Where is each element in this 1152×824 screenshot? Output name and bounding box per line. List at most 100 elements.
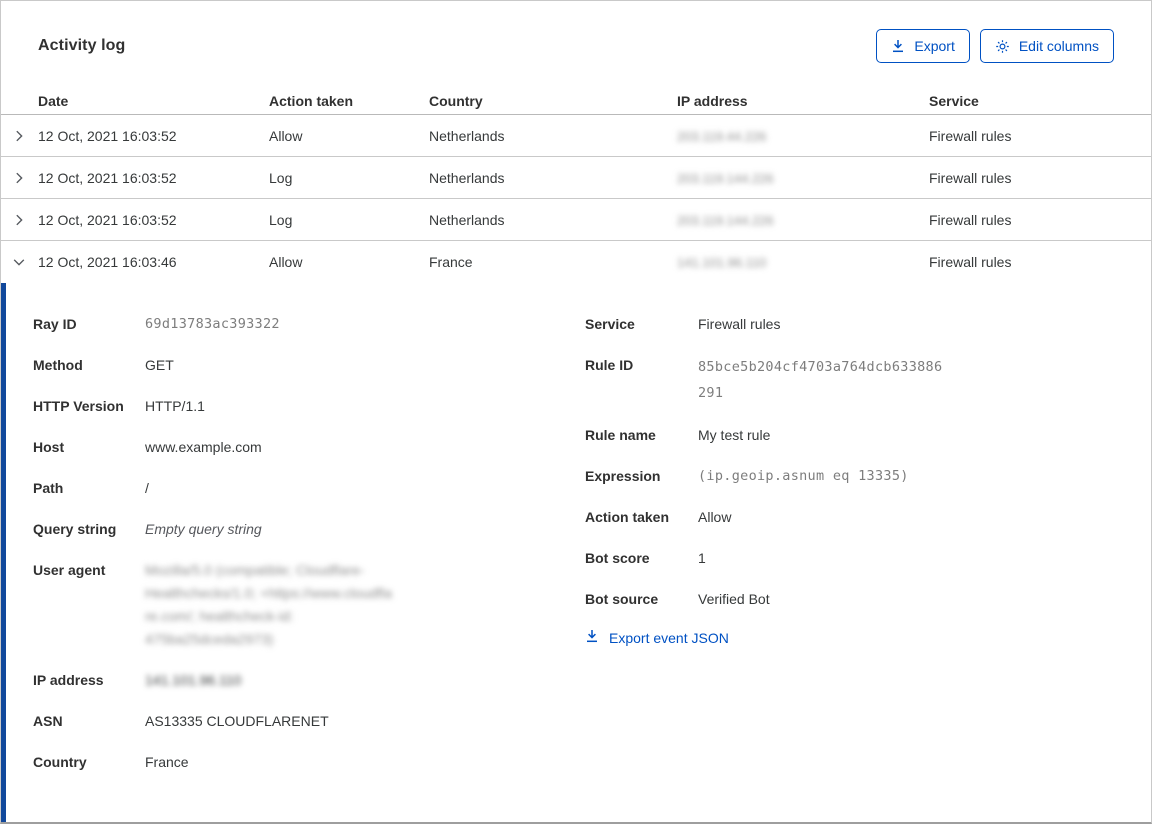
export-button[interactable]: Export xyxy=(876,29,970,63)
detail-label: Query string xyxy=(33,521,117,537)
cell-service: Firewall rules xyxy=(929,169,1012,186)
cell-date: 12 Oct, 2021 16:03:52 xyxy=(38,169,177,186)
cell-country: Netherlands xyxy=(429,127,505,144)
detail-label: User agent xyxy=(33,562,106,578)
cell-country: Netherlands xyxy=(429,169,505,186)
detail-label: Action taken xyxy=(585,509,670,525)
export-button-label: Export xyxy=(914,38,955,54)
detail-label: Expression xyxy=(585,468,661,484)
detail-label: Ray ID xyxy=(33,316,77,332)
cell-ip-address-redacted: 203.119.144.226 xyxy=(677,170,774,186)
detail-label: Method xyxy=(33,357,83,373)
page-title: Activity log xyxy=(38,37,126,54)
column-header-action-taken: Action taken xyxy=(269,92,354,109)
cell-country: Netherlands xyxy=(429,211,505,228)
detail-value: AS13335 CLOUDFLARENET xyxy=(145,713,329,729)
table-header: Date Action taken Country IP address Ser… xyxy=(1,87,1151,115)
detail-row-rule-id: Rule ID 85bce5b204cf4703a764dcb633886291 xyxy=(585,354,1151,406)
cell-country: France xyxy=(429,254,473,270)
detail-value: / xyxy=(145,480,149,496)
event-details-right-column: Service Firewall rules Rule ID 85bce5b20… xyxy=(585,313,1151,822)
detail-row-asn: ASN AS13335 CLOUDFLARENET xyxy=(33,710,585,733)
table-row[interactable]: 12 Oct, 2021 16:03:52 Log Netherlands 20… xyxy=(1,199,1151,241)
detail-row-query-string: Query string Empty query string xyxy=(33,518,585,541)
export-event-json-label: Export event JSON xyxy=(609,629,729,646)
cell-action-taken: Log xyxy=(269,211,293,228)
detail-label: Country xyxy=(33,754,87,770)
activity-log-panel: Activity log Export Edit columns Date Ac… xyxy=(0,0,1152,824)
detail-value: 85bce5b204cf4703a764dcb633886291 xyxy=(698,359,943,401)
detail-value: France xyxy=(145,754,189,770)
detail-value: www.example.com xyxy=(145,439,262,455)
detail-value: Verified Bot xyxy=(698,591,770,607)
edit-columns-button-label: Edit columns xyxy=(1018,38,1099,54)
topbar: Activity log Export Edit columns xyxy=(1,1,1151,63)
detail-value: My test rule xyxy=(698,427,771,443)
download-icon xyxy=(585,629,599,646)
detail-value-redacted: 141.101.96.110 xyxy=(145,672,242,688)
detail-row-bot-score: Bot score 1 xyxy=(585,547,1151,570)
edit-columns-button[interactable]: Edit columns xyxy=(979,29,1114,63)
chevron-right-icon[interactable] xyxy=(1,129,38,143)
cell-service: Firewall rules xyxy=(929,254,1012,270)
detail-row-expression: Expression (ip.geoip.asnum eq 13335) xyxy=(585,465,1151,488)
cell-action-taken: Allow xyxy=(269,254,303,270)
detail-label: Bot score xyxy=(585,550,650,566)
column-header-service: Service xyxy=(929,92,979,109)
cell-ip-address-redacted: 203.119.44.226 xyxy=(677,128,767,144)
gear-icon xyxy=(995,39,1010,54)
cell-date: 12 Oct, 2021 16:03:46 xyxy=(38,254,177,270)
detail-row-host: Host www.example.com xyxy=(33,436,585,459)
detail-value: Empty query string xyxy=(145,521,262,537)
detail-label: Rule name xyxy=(585,427,656,443)
event-details-left-column: Ray ID 69d13783ac393322 Method GET HTTP … xyxy=(33,313,585,822)
column-header-ip-address: IP address xyxy=(677,92,748,109)
event-details-panel: Ray ID 69d13783ac393322 Method GET HTTP … xyxy=(1,283,1151,822)
table-row[interactable]: 12 Oct, 2021 16:03:52 Allow Netherlands … xyxy=(1,115,1151,157)
detail-value: 1 xyxy=(698,550,706,566)
detail-row-service: Service Firewall rules xyxy=(585,313,1151,336)
cell-action-taken: Allow xyxy=(269,127,303,144)
detail-label: Bot source xyxy=(585,591,659,607)
table-row[interactable]: 12 Oct, 2021 16:03:52 Log Netherlands 20… xyxy=(1,157,1151,199)
detail-row-method: Method GET xyxy=(33,354,585,377)
detail-value: HTTP/1.1 xyxy=(145,398,205,414)
detail-row-http-version: HTTP Version HTTP/1.1 xyxy=(33,395,585,418)
column-header-date: Date xyxy=(38,92,69,109)
detail-label: HTTP Version xyxy=(33,398,124,414)
detail-value: 69d13783ac393322 xyxy=(145,316,280,332)
column-header-country: Country xyxy=(429,92,483,109)
chevron-right-icon[interactable] xyxy=(1,213,38,227)
detail-label: Rule ID xyxy=(585,357,634,373)
chevron-right-icon[interactable] xyxy=(1,171,38,185)
detail-label: ASN xyxy=(33,713,63,729)
detail-value-redacted: Mozilla/5.0 (compatible; Cloudflare- Hea… xyxy=(145,562,393,647)
detail-row-rule-name: Rule name My test rule xyxy=(585,424,1151,447)
detail-row-action-taken: Action taken Allow xyxy=(585,506,1151,529)
export-event-json-link[interactable]: Export event JSON xyxy=(585,629,729,646)
detail-label: Host xyxy=(33,439,65,455)
detail-row-bot-source: Bot source Verified Bot xyxy=(585,588,1151,611)
detail-row-ray-id: Ray ID 69d13783ac393322 xyxy=(33,313,585,336)
detail-value: Firewall rules xyxy=(698,316,781,332)
detail-label: Path xyxy=(33,480,64,496)
detail-row-country: Country France xyxy=(33,751,585,774)
table-row-expanded[interactable]: 12 Oct, 2021 16:03:46 Allow France 141.1… xyxy=(1,241,1151,283)
cell-service: Firewall rules xyxy=(929,127,1012,144)
detail-value: GET xyxy=(145,357,174,373)
detail-row-ip-address: IP address 141.101.96.110 xyxy=(33,669,585,692)
cell-date: 12 Oct, 2021 16:03:52 xyxy=(38,211,177,228)
download-icon xyxy=(891,39,905,53)
cell-service: Firewall rules xyxy=(929,211,1012,228)
cell-ip-address-redacted: 203.119.144.226 xyxy=(677,212,774,228)
toolbar-actions: Export Edit columns xyxy=(876,29,1114,63)
cell-action-taken: Log xyxy=(269,169,293,186)
detail-label: IP address xyxy=(33,672,104,688)
chevron-down-icon[interactable] xyxy=(1,255,38,269)
detail-label: Service xyxy=(585,316,635,332)
detail-value: (ip.geoip.asnum eq 13335) xyxy=(698,468,909,484)
cell-date: 12 Oct, 2021 16:03:52 xyxy=(38,127,177,144)
cell-ip-address-redacted: 141.101.96.110 xyxy=(677,255,767,270)
detail-value: Allow xyxy=(698,509,732,525)
detail-row-path: Path / xyxy=(33,477,585,500)
